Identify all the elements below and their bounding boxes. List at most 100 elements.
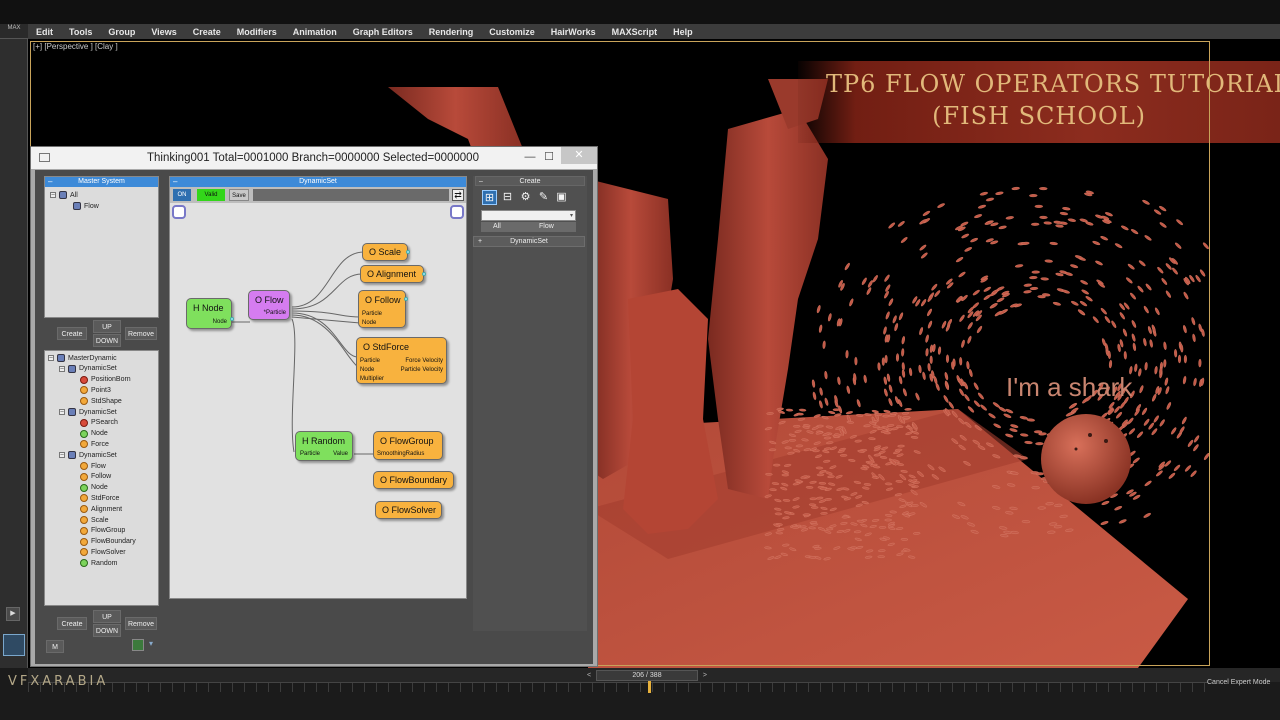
tree-item-force[interactable]: Force bbox=[80, 439, 109, 449]
menu-animation[interactable]: Animation bbox=[285, 27, 345, 37]
dynamicset-rollout[interactable]: + DynamicSet bbox=[473, 236, 585, 247]
tree-item-all[interactable]: All bbox=[59, 190, 78, 200]
dynamicset-graph[interactable]: – DynamicSet ON Valid Save ⇄ H Node Node… bbox=[169, 176, 467, 599]
graph-wires bbox=[232, 251, 376, 455]
grid-icon[interactable]: ⊟ bbox=[500, 190, 515, 205]
close-button[interactable]: ✕ bbox=[561, 147, 597, 164]
operator-icon bbox=[80, 375, 88, 384]
master-system-header[interactable]: – Master System bbox=[45, 177, 158, 187]
menu-group[interactable]: Group bbox=[100, 27, 143, 37]
tree-item-flowboundary[interactable]: FlowBoundary bbox=[80, 537, 136, 547]
menu-edit[interactable]: Edit bbox=[28, 27, 61, 37]
system-icon bbox=[57, 354, 65, 362]
create-panel: – Create ⊞ ⊟ ⚙ ✎ ▣ ▾ All Flow + DynamicSet bbox=[473, 176, 587, 631]
node-o-stdforce[interactable]: O StdForce Particle Node Multiplier Forc… bbox=[356, 337, 447, 384]
menu-tools[interactable]: Tools bbox=[61, 27, 100, 37]
tree-item-flowsolver[interactable]: FlowSolver bbox=[80, 547, 126, 557]
tree-item-flow[interactable]: Flow bbox=[80, 461, 106, 471]
node-h-random[interactable]: H Random Particle Value bbox=[295, 431, 353, 461]
shark-label: I'm a shark bbox=[1006, 372, 1133, 402]
operator-icon bbox=[80, 472, 88, 481]
menu-customize[interactable]: Customize bbox=[481, 27, 543, 37]
node-o-flowsolver[interactable]: O FlowSolver bbox=[375, 501, 442, 519]
create-button[interactable]: Create bbox=[57, 327, 87, 340]
maximize-button[interactable]: ☐ bbox=[538, 149, 560, 165]
tree-item-node[interactable]: Node bbox=[80, 483, 108, 493]
menu-help[interactable]: Help bbox=[665, 27, 701, 37]
tree-item-dynamicset[interactable]: DynamicSet bbox=[68, 364, 117, 374]
down-button[interactable]: DOWN bbox=[93, 334, 121, 347]
collapse-icon[interactable]: – bbox=[59, 365, 65, 372]
tree-item-follow[interactable]: Follow bbox=[80, 472, 111, 482]
shark-sphere bbox=[1041, 414, 1131, 504]
up-button[interactable]: UP bbox=[93, 320, 121, 333]
tree-item-flowgroup[interactable]: FlowGroup bbox=[80, 526, 125, 536]
operator-icon bbox=[80, 397, 88, 406]
system-icon bbox=[68, 364, 76, 373]
tree-item-scale[interactable]: Scale bbox=[80, 515, 109, 525]
prev-frame-button[interactable]: < bbox=[587, 671, 591, 681]
menu-modifiers[interactable]: Modifiers bbox=[229, 27, 285, 37]
collapse-icon[interactable]: – bbox=[59, 409, 65, 415]
banner-title: TP6 FLOW OPERATORS TUTORIAL bbox=[826, 70, 1280, 98]
tree-item-point3[interactable]: Point3 bbox=[80, 385, 111, 395]
collapse-icon[interactable]: – bbox=[59, 452, 65, 459]
timeline-ruler[interactable] bbox=[28, 682, 1208, 692]
tree-item-masterdynamic[interactable]: MasterDynamic bbox=[57, 353, 117, 363]
up-button-2[interactable]: UP bbox=[93, 610, 121, 623]
remove-button-2[interactable]: Remove bbox=[125, 617, 157, 630]
node-o-flowgroup[interactable]: O FlowGroup SmoothingRadius bbox=[373, 431, 443, 460]
window-titlebar[interactable]: Thinking001 Total=0001000 Branch=0000000… bbox=[31, 147, 597, 169]
menu-create[interactable]: Create bbox=[185, 27, 229, 37]
tree-item-psearch[interactable]: PSearch bbox=[80, 418, 118, 428]
m-button[interactable]: M bbox=[46, 640, 64, 653]
pick-icon[interactable]: ▾ bbox=[149, 639, 157, 651]
remove-button[interactable]: Remove bbox=[125, 327, 157, 340]
play-icon[interactable]: ▶ bbox=[6, 607, 20, 621]
next-frame-button[interactable]: > bbox=[703, 671, 707, 681]
menu-rendering[interactable]: Rendering bbox=[421, 27, 482, 37]
tree-item-stdforce[interactable]: StdForce bbox=[80, 493, 119, 503]
menu-hairworks[interactable]: HairWorks bbox=[543, 27, 604, 37]
menu-graph-editors[interactable]: Graph Editors bbox=[345, 27, 421, 37]
down-button-2[interactable]: DOWN bbox=[93, 624, 121, 637]
expand-icon[interactable]: – bbox=[50, 192, 56, 198]
system-icon bbox=[73, 202, 81, 210]
operator-icon bbox=[80, 505, 88, 514]
cancel-expert-mode[interactable]: Cancel Expert Mode bbox=[1207, 679, 1270, 686]
tree-item-stdshape[interactable]: StdShape bbox=[80, 396, 122, 406]
create-button-2[interactable]: Create bbox=[57, 617, 87, 630]
tree-item-dynamicset[interactable]: DynamicSet bbox=[68, 450, 117, 460]
tree-item-node[interactable]: Node bbox=[80, 429, 108, 439]
tree-item-positionborn[interactable]: PositionBorn bbox=[80, 375, 131, 385]
operator-icon bbox=[80, 418, 88, 427]
node-o-alignment[interactable]: O Alignment bbox=[360, 265, 426, 283]
window-top-strip bbox=[0, 0, 1280, 24]
collapse-icon[interactable]: – bbox=[48, 355, 54, 361]
node-h-node[interactable]: H Node Node bbox=[186, 298, 234, 329]
node-o-follow[interactable]: O Follow Particle Node bbox=[358, 290, 408, 328]
tab-all[interactable]: All bbox=[493, 222, 501, 232]
menu-maxscript[interactable]: MAXScript bbox=[604, 27, 666, 37]
tab-flow[interactable]: Flow bbox=[539, 222, 554, 232]
create-header[interactable]: – Create bbox=[475, 176, 585, 186]
menu-views[interactable]: Views bbox=[143, 27, 184, 37]
wrench-icon[interactable]: ✎ bbox=[536, 190, 551, 205]
node-o-scale[interactable]: O Scale bbox=[362, 243, 410, 261]
gear-icon[interactable]: ⚙ bbox=[518, 190, 533, 205]
tree-item-alignment[interactable]: Alignment bbox=[80, 504, 122, 514]
node-o-flowboundary[interactable]: O FlowBoundary bbox=[373, 471, 454, 489]
add-operator-icon[interactable]: ⊞ bbox=[482, 190, 497, 205]
viewport-layout-button[interactable] bbox=[3, 634, 25, 656]
node-o-flow[interactable]: O Flow *Particle bbox=[248, 290, 290, 320]
tree-item-random[interactable]: Random bbox=[80, 558, 117, 568]
category-dropdown[interactable]: ▾ bbox=[481, 210, 576, 221]
time-slider[interactable]: < 206 / 388 > bbox=[587, 670, 707, 681]
tree-item-dynamicset[interactable]: DynamicSet bbox=[68, 407, 117, 417]
viewport-label[interactable]: [+] [Perspective ] [Clay ] bbox=[33, 42, 118, 51]
app-logo[interactable]: MAX bbox=[0, 24, 28, 39]
cube-icon[interactable]: ▣ bbox=[554, 190, 569, 205]
playhead[interactable] bbox=[648, 681, 651, 693]
tree-item-flow[interactable]: Flow bbox=[73, 201, 99, 211]
node-icon[interactable] bbox=[132, 639, 144, 651]
